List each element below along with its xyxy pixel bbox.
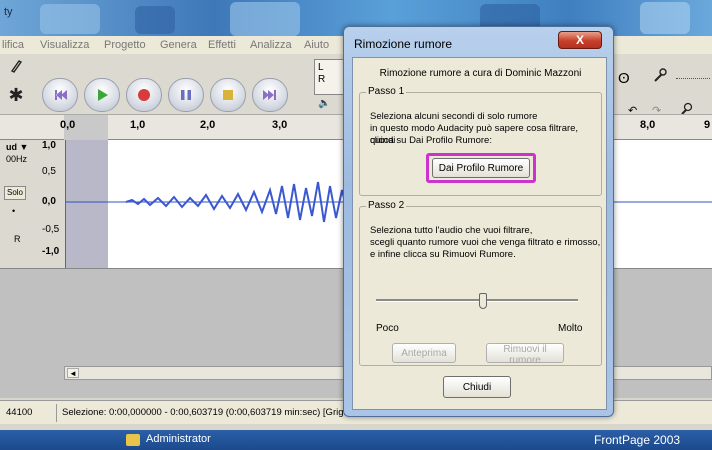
slider-max-label: Molto xyxy=(558,323,583,334)
scale-label: 1,0 xyxy=(42,140,56,151)
ruler-tick: 1,0 xyxy=(130,119,146,131)
menu-view[interactable]: Visualizza xyxy=(40,39,89,51)
dialog-body: Rimozione rumore a cura di Dominic Mazzo… xyxy=(352,57,607,410)
close-icon[interactable]: X xyxy=(558,31,602,49)
dialog-credit: Rimozione rumore a cura di Dominic Mazzo… xyxy=(379,68,582,79)
play-icon xyxy=(98,89,108,101)
step2-text: e infine clicca su Rimuovi Rumore. xyxy=(370,249,516,260)
track-menu[interactable]: ud ▼ xyxy=(6,142,28,152)
stop-button[interactable] xyxy=(210,78,246,112)
input-slider[interactable] xyxy=(676,78,710,79)
ruler-tick: 9 xyxy=(704,119,711,131)
pan-slider[interactable]: • xyxy=(12,206,15,216)
preview-button[interactable]: Anteprima xyxy=(392,343,456,363)
menu-edit[interactable]: lifica xyxy=(2,39,24,51)
vertical-scale: 1,0 0,5 0,0 -0,5 -1,0 xyxy=(36,140,66,268)
pause-icon xyxy=(181,90,191,100)
stop-icon xyxy=(223,90,233,100)
slider-thumb[interactable] xyxy=(479,293,488,309)
status-separator xyxy=(56,404,57,422)
skip-start-icon xyxy=(55,90,67,100)
menu-help[interactable]: Aiuto xyxy=(304,39,329,51)
pencil-tool-icon[interactable] xyxy=(4,58,28,80)
noise-removal-dialog: Rimozione rumore X Rimozione rumore a cu… xyxy=(343,26,614,417)
taskbar-item-frontpage[interactable]: FrontPage 2003 xyxy=(594,433,680,447)
background-blob xyxy=(40,4,100,34)
step1-text: Seleziona alcuni secondi di solo rumore xyxy=(370,111,538,122)
dialog-title: Rimozione rumore xyxy=(354,37,453,51)
mic-icon[interactable] xyxy=(652,68,668,87)
scale-label: -1,0 xyxy=(42,246,60,257)
taskbar-item-admin[interactable]: Administrator xyxy=(146,433,211,445)
record-icon xyxy=(138,89,150,101)
record-button[interactable] xyxy=(126,78,162,112)
get-noise-profile-button[interactable]: Dai Profilo Rumore xyxy=(432,158,530,178)
step2-group: Passo 2 Seleziona tutto l'audio che vuoi… xyxy=(359,200,602,366)
ruler-tick: 2,0 xyxy=(200,119,216,131)
step1-group: Passo 1 Seleziona alcuni secondi di solo… xyxy=(359,86,602,196)
step1-text: clicca su Dai Profilo Rumore: xyxy=(370,135,492,146)
menu-project[interactable]: Progetto xyxy=(104,39,146,51)
close-button[interactable]: Chiudi xyxy=(443,376,511,398)
background-blob xyxy=(640,2,690,34)
app-title: ty xyxy=(4,6,13,18)
meter-toolbar: L R xyxy=(314,59,346,95)
skip-end-button[interactable] xyxy=(252,78,288,112)
step1-legend: Passo 1 xyxy=(366,86,407,97)
ruler-tick: 0,0 xyxy=(60,119,76,131)
solo-button[interactable]: Solo xyxy=(4,186,26,200)
scroll-left-icon[interactable]: ◄ xyxy=(67,368,79,378)
track-rate: 00Hz xyxy=(6,154,28,164)
background-blob xyxy=(135,6,175,34)
pan-right-label: R xyxy=(14,234,21,244)
timeshift-tool-icon[interactable]: ʘ xyxy=(618,70,630,87)
step2-legend: Passo 2 xyxy=(366,200,407,211)
taskbar: Administrator FrontPage 2003 xyxy=(0,430,712,450)
meter-left-label: L xyxy=(318,62,324,73)
multi-tool-icon[interactable]: ✱ xyxy=(4,84,28,106)
user-icon xyxy=(126,434,140,446)
step2-text: scegli quanto rumore vuoi che venga filt… xyxy=(370,237,601,248)
skip-end-icon xyxy=(263,90,276,100)
scale-label: -0,5 xyxy=(42,224,60,235)
play-button[interactable] xyxy=(84,78,120,112)
noise-reduction-slider[interactable] xyxy=(376,299,578,302)
menu-analyze[interactable]: Analizza xyxy=(250,39,292,51)
menu-effects[interactable]: Effetti xyxy=(208,39,236,51)
scale-label: 0,0 xyxy=(42,196,56,207)
remove-noise-button[interactable]: Rimuovi il rumore xyxy=(486,343,564,366)
pause-button[interactable] xyxy=(168,78,204,112)
speaker-icon: 🔈 xyxy=(318,98,331,109)
skip-start-button[interactable] xyxy=(42,78,78,112)
ruler-tick: 3,0 xyxy=(272,119,288,131)
slider-min-label: Poco xyxy=(376,323,399,334)
step2-text: Seleziona tutto l'audio che vuoi filtrar… xyxy=(370,225,533,236)
ruler-tick: 8,0 xyxy=(640,119,656,131)
meter-right-label: R xyxy=(318,74,326,85)
scale-label: 0,5 xyxy=(42,166,56,177)
project-rate[interactable]: 44100 xyxy=(6,407,32,418)
menu-generate[interactable]: Genera xyxy=(160,39,197,51)
background-blob xyxy=(230,2,300,36)
